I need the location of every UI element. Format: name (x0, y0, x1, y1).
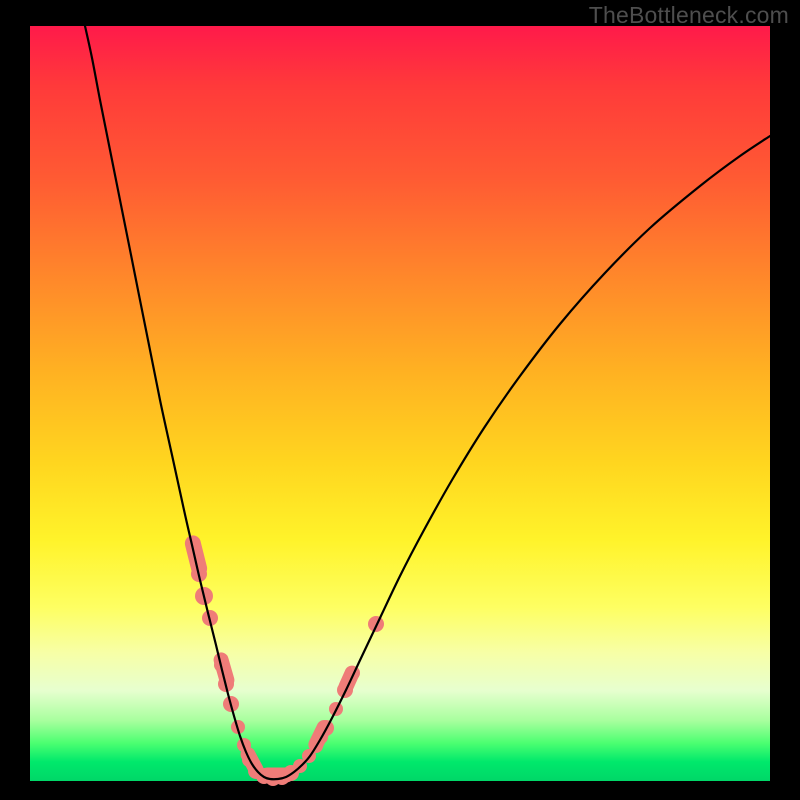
bottleneck-curve (85, 26, 770, 779)
chart-svg (0, 0, 800, 800)
curve-markers (183, 534, 384, 786)
watermark-text: TheBottleneck.com (589, 2, 789, 29)
